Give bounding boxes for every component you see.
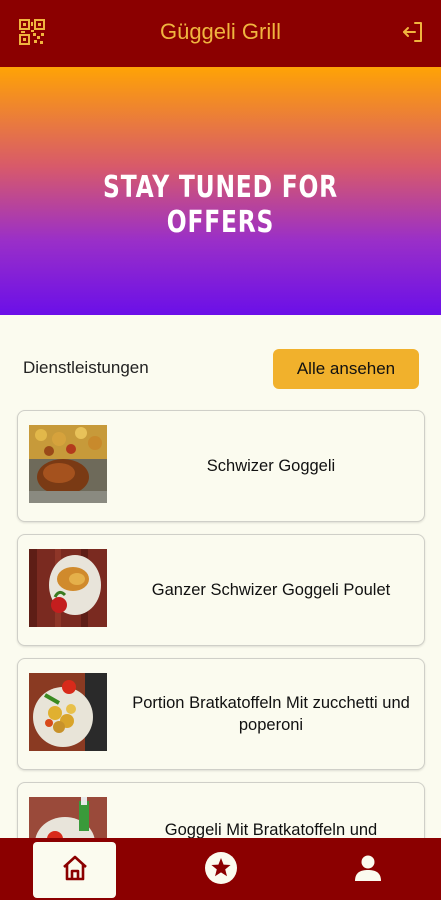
home-icon [60,853,90,887]
service-name: Ganzer Schwizer Goggeli Poulet [151,581,391,599]
nav-profile-tab[interactable] [328,842,408,898]
nav-favorites-tab[interactable] [181,842,261,898]
service-image [29,673,107,751]
service-image [29,549,107,627]
offers-banner[interactable]: STAY TUNED FOR OFFERS [0,67,441,315]
banner-text: STAY TUNED FOR OFFERS [103,170,338,240]
app-header: Güggeli Grill [0,0,441,67]
logout-icon[interactable] [401,20,425,44]
service-image [29,425,107,503]
service-card[interactable]: Portion Bratkatoffeln Mit zucchetti und … [17,658,425,770]
service-card[interactable]: Ganzer Schwizer Goggeli Poulet [17,534,425,646]
service-name: Portion Bratkatoffeln Mit zucchetti und … [132,694,410,734]
service-card[interactable]: Schwizer Goggeli [17,410,425,522]
see-all-button[interactable]: Alle ansehen [273,349,419,389]
nav-home-tab[interactable] [33,842,116,898]
profile-icon [353,853,383,887]
star-icon [204,851,238,889]
app-title: Güggeli Grill [159,19,282,44]
service-name: Schwizer Goggeli [206,457,336,475]
bottom-navigation [0,838,441,900]
services-label: Dienstleistungen [23,358,149,377]
